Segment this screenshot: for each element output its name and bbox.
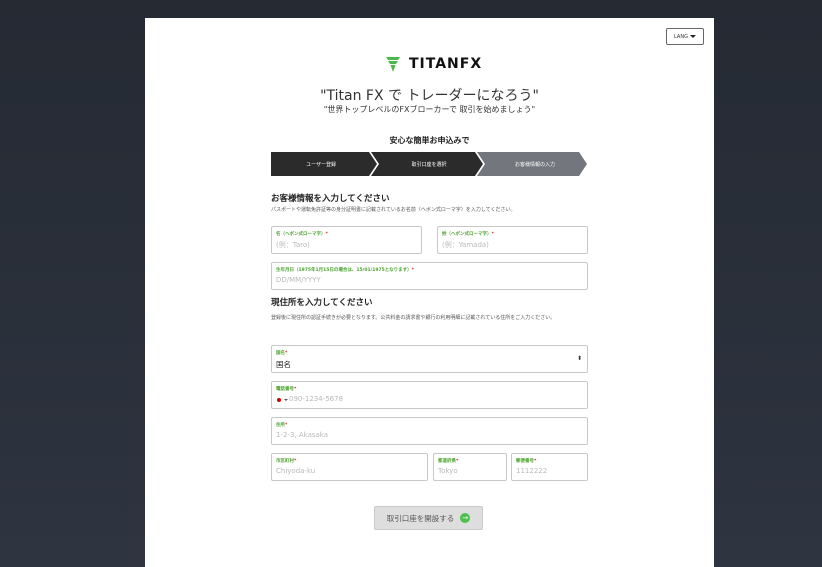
country-value: 国名 xyxy=(276,360,291,369)
phone-field[interactable]: 電話番号* 090-1234-5678 xyxy=(271,381,588,409)
language-label: LANG xyxy=(674,33,688,40)
open-account-label: 取引口座を開設する xyxy=(386,513,455,523)
last-name-placeholder: (例：Yamada) xyxy=(442,241,489,249)
step-3-label: お客様情報の入力 xyxy=(514,161,555,168)
step-2-label: 取引口座を選択 xyxy=(411,161,447,168)
dob-label: 生年月日（1975年1月15日の場合は、15/01/1975となります）* xyxy=(276,268,414,273)
last-name-field[interactable]: 姓（ヘボン式ローマ字）* (例：Yamada) xyxy=(437,226,588,254)
open-account-button[interactable]: 取引口座を開設する → xyxy=(374,506,483,530)
select-arrows-icon: ⬍ xyxy=(576,355,582,362)
prefecture-label: 都道府県* xyxy=(438,459,459,464)
step-1-label: ユーザー登録 xyxy=(306,161,336,168)
postal-code-field[interactable]: 郵便番号* 1112222 xyxy=(511,453,588,481)
address-label: 住所* xyxy=(276,423,288,428)
steps-heading: 安心な簡単お申込みで xyxy=(389,136,470,145)
prefecture-placeholder: Tokyo xyxy=(438,467,458,475)
dob-placeholder: DD/MM/YYYY xyxy=(276,276,321,284)
brand-name: TITANFX xyxy=(409,56,483,72)
address-placeholder: 1-2-3, Akasaka xyxy=(276,431,329,439)
address-description: 登録後に現住所の認証手続きが必要となります。公共料金の請求書や銀行の利用明細に記… xyxy=(271,315,556,321)
postal-code-label: 郵便番号* xyxy=(516,459,537,464)
address-field[interactable]: 住所* 1-2-3, Akasaka xyxy=(271,417,588,445)
customer-info-description: パスポートや運転免許証等の身分証明書に記載されているお名前（ヘボン式ローマ字）を… xyxy=(271,207,516,213)
city-label: 市区町村* xyxy=(276,459,297,464)
first-name-placeholder: (例：Taro) xyxy=(276,241,310,249)
chevron-down-icon xyxy=(689,35,696,38)
city-placeholder: Chiyoda-ku xyxy=(276,467,316,475)
brand-logo: TITANFX xyxy=(384,54,494,74)
chevron-down-icon xyxy=(284,399,288,401)
first-name-label: 名（ヘボン式ローマ字）* xyxy=(276,232,328,237)
phone-label: 電話番号* xyxy=(276,387,297,392)
dob-field[interactable]: 生年月日（1975年1月15日の場合は、15/01/1975となります）* DD… xyxy=(271,262,588,290)
postal-code-placeholder: 1112222 xyxy=(516,467,548,475)
country-label: 国名* xyxy=(276,351,288,356)
prefecture-field[interactable]: 都道府県* Tokyo xyxy=(433,453,507,481)
language-dropdown[interactable]: LANG xyxy=(666,28,704,45)
progress-steps: ユーザー登録 取引口座を選択 お客様情報の入力 xyxy=(271,152,587,176)
first-name-field[interactable]: 名（ヘボン式ローマ字）* (例：Taro) xyxy=(271,226,422,254)
customer-info-heading: お客様情報を入力してください xyxy=(271,194,390,204)
page-title: "Titan FX で トレーダーになろう" xyxy=(320,88,539,104)
signup-card: LANG TITANFX "Titan FX で トレーダーになろう" "世界ト… xyxy=(145,18,714,567)
phone-placeholder: 090-1234-5678 xyxy=(289,395,344,403)
page-subtitle: "世界トップレベルのFXブローカーで 取引を始めましょう" xyxy=(323,105,536,114)
last-name-label: 姓（ヘボン式ローマ字）* xyxy=(442,232,494,237)
city-field[interactable]: 市区町村* Chiyoda-ku xyxy=(271,453,428,481)
japan-flag-icon[interactable] xyxy=(277,398,281,402)
address-heading: 現住所を入力してください xyxy=(271,298,373,308)
country-select[interactable]: 国名* 国名 ⬍ xyxy=(271,345,588,373)
titanfx-logo-icon xyxy=(386,57,400,72)
arrow-right-icon: → xyxy=(460,513,471,523)
